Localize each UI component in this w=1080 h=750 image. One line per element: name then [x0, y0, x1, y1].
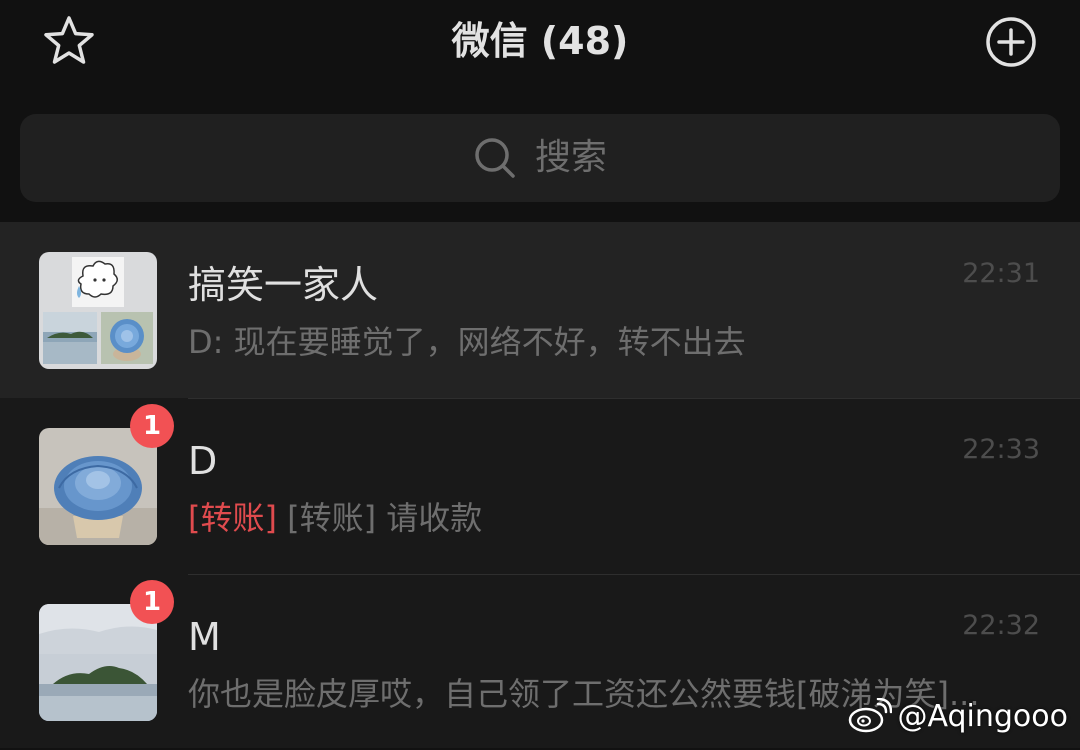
succulent-avatar [39, 428, 157, 545]
transfer-tag: [转账] [188, 499, 277, 537]
search-placeholder: 搜索 [534, 137, 607, 178]
search-input[interactable]: 搜索 [20, 114, 1060, 202]
island-avatar [39, 604, 157, 721]
chat-preview-text: [转账] 请收款 [287, 499, 483, 537]
chat-name: D [188, 439, 218, 483]
watermark-text: @Aqingooo [897, 698, 1069, 734]
page-title: 微信 (48) [451, 19, 629, 63]
chat-time: 22:33 [962, 434, 1040, 465]
plus-circle-icon[interactable] [983, 14, 1039, 70]
chat-name: 搞笑一家人 [188, 263, 379, 307]
search-area: 搜索 [0, 84, 1080, 222]
unread-badge: 1 [130, 404, 174, 448]
divider-top [188, 398, 1080, 399]
chat-preview: [转账] [转账] 请收款 [188, 496, 1038, 540]
chat-time: 22:32 [962, 610, 1040, 641]
group-collage-avatar [39, 252, 157, 369]
chat-preview: D: 现在要睡觉了，网络不好，转不出去 [188, 323, 746, 361]
chat-item-gaoxiao-family[interactable]: 搞笑一家人 22:31 D: 现在要睡觉了，网络不好，转不出去 [0, 222, 1080, 398]
watermark: @Aqingooo [848, 696, 1069, 736]
chat-item-d[interactable]: 1 D 22:33 [转账] [转账] 请收款 [0, 398, 1080, 574]
top-bar: 微信 (48) [0, 0, 1080, 84]
chat-list: 搞笑一家人 22:31 D: 现在要睡觉了，网络不好，转不出去 1 D 22:3… [0, 222, 1080, 748]
search-icon [475, 138, 515, 178]
weibo-icon [848, 698, 892, 733]
divider-top [188, 574, 1080, 575]
chat-time: 22:31 [962, 258, 1040, 289]
unread-badge: 1 [130, 580, 174, 624]
chat-name: M [188, 615, 221, 659]
